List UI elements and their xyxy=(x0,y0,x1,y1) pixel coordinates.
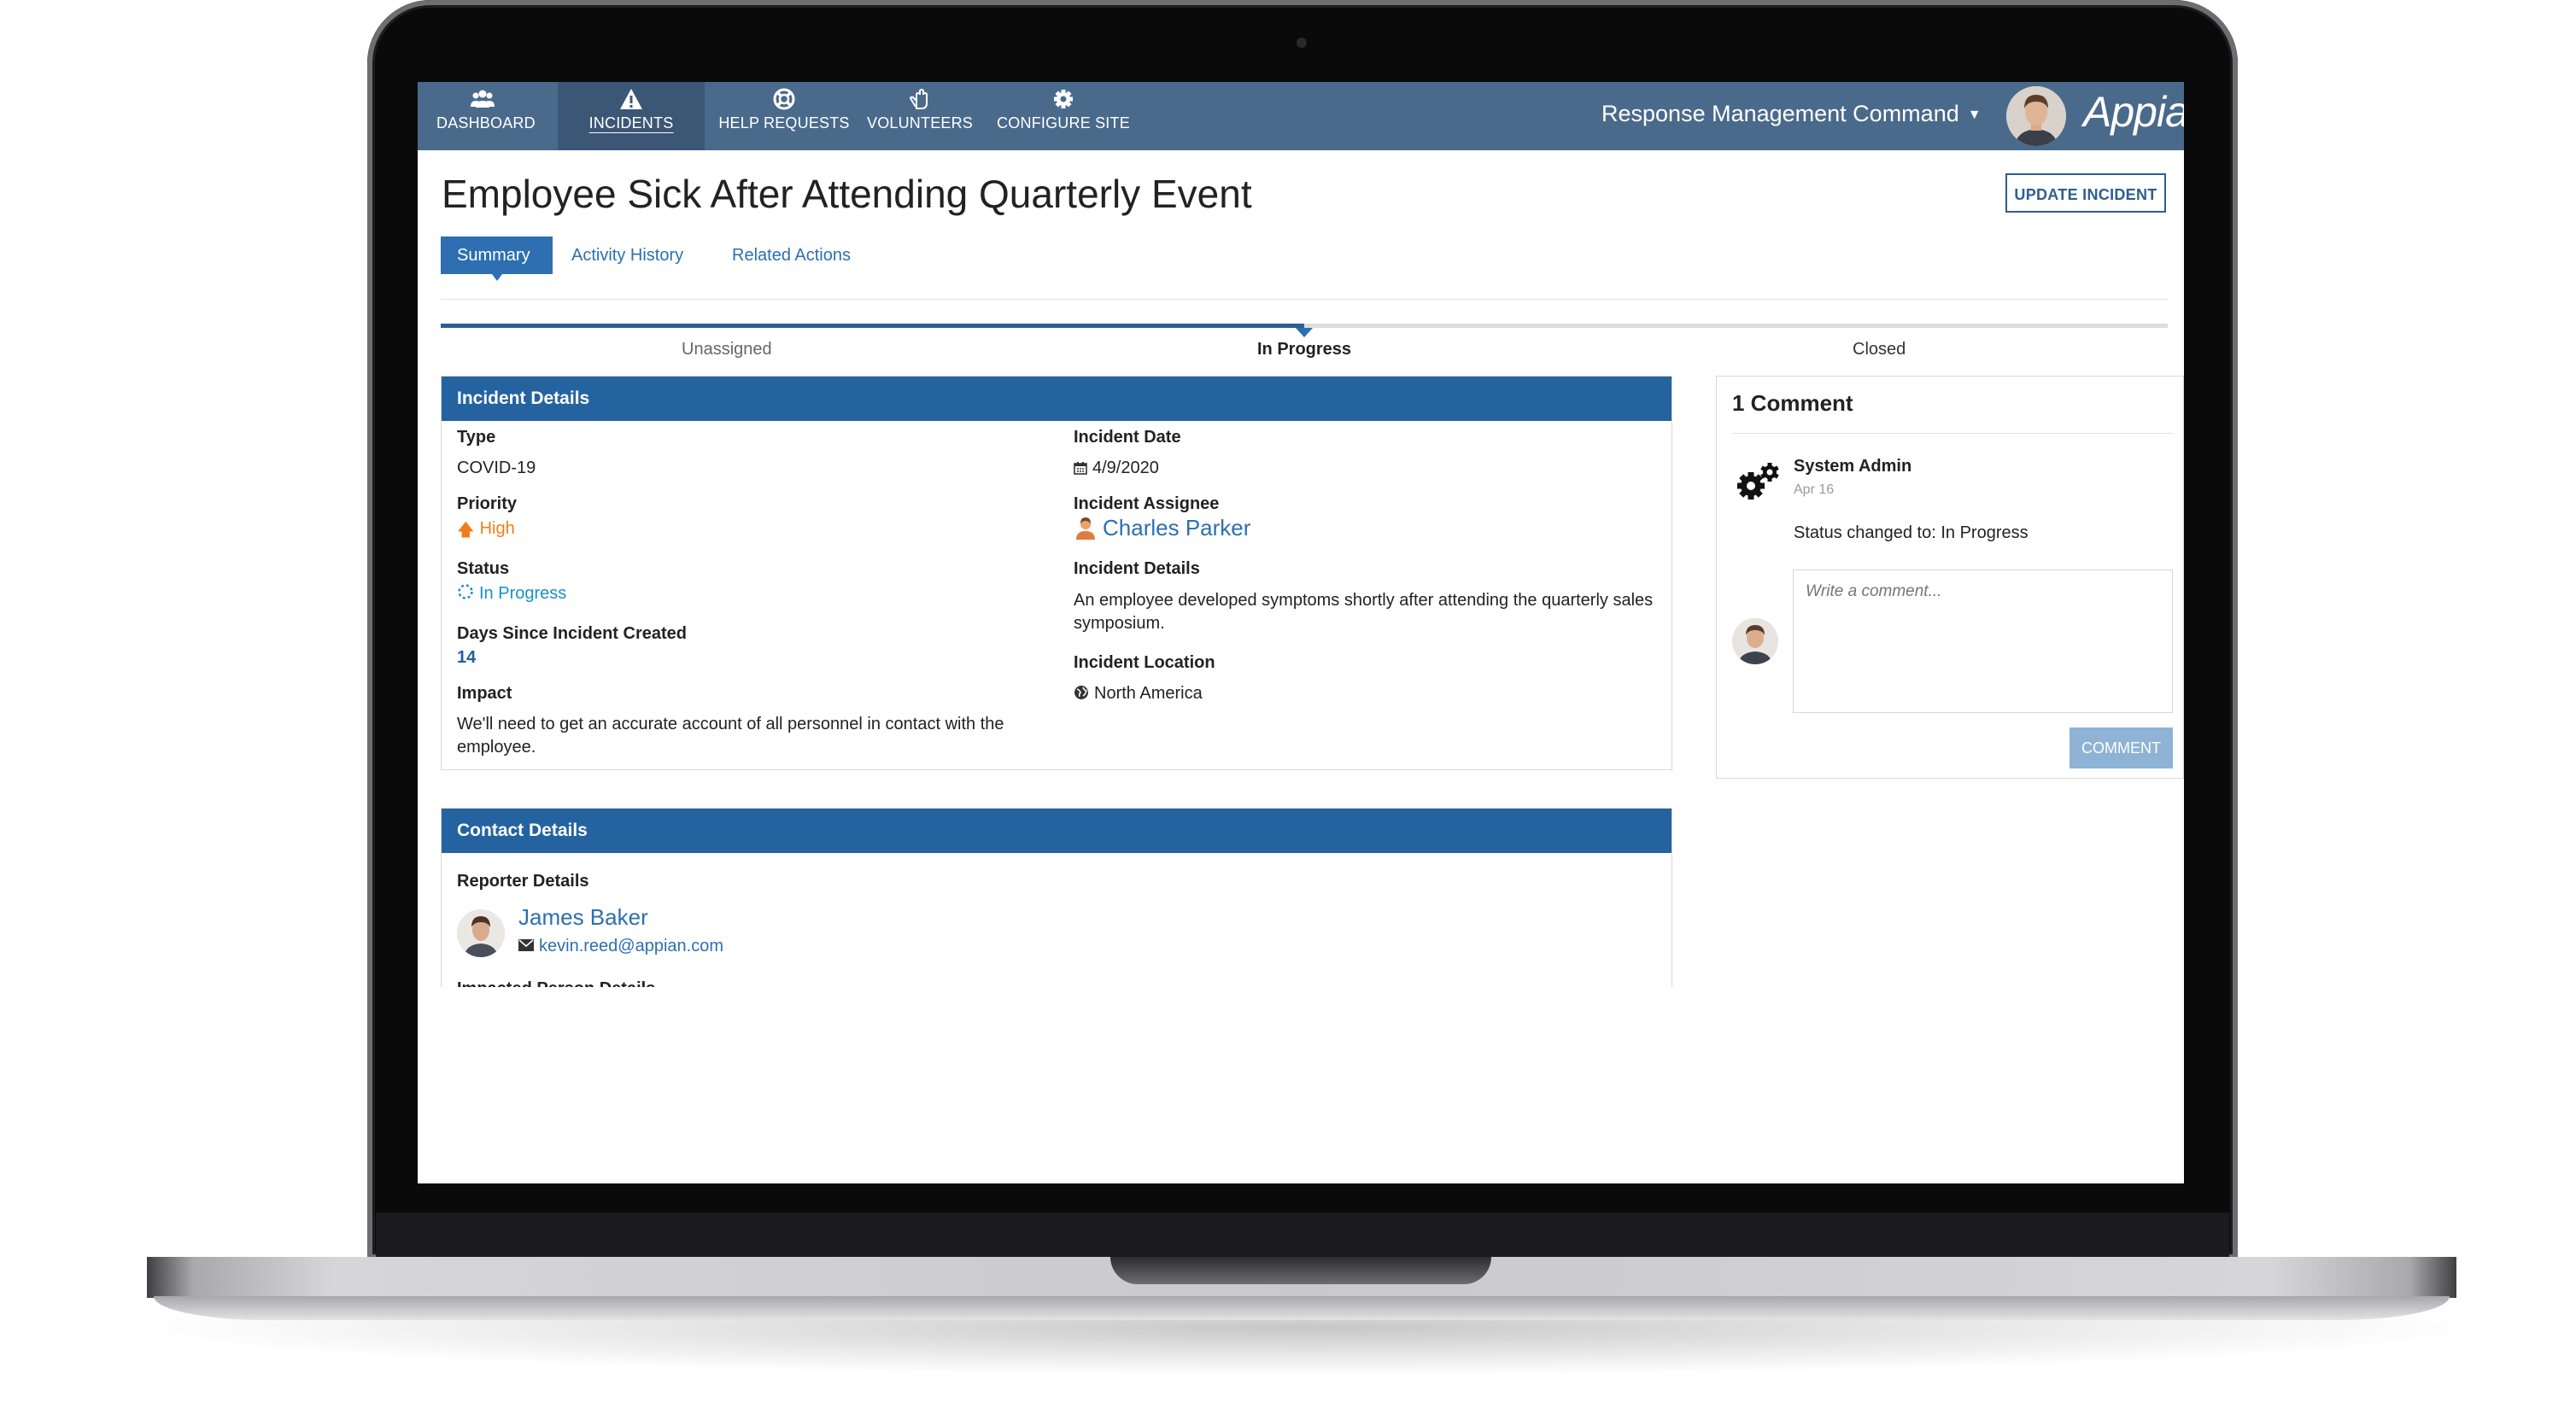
location-value: North America xyxy=(1074,684,1203,704)
nav-configure-site-label: CONFIGURE SITE xyxy=(997,114,1130,131)
incident-details-card: Incident Details Type COVID-19 Priority … xyxy=(441,376,1672,770)
tabs-divider xyxy=(441,299,2168,300)
status-text: In Progress xyxy=(479,584,567,603)
type-value: COVID-19 xyxy=(457,459,536,477)
nav-volunteers[interactable]: VOLUNTEERS xyxy=(862,82,978,150)
person-portrait-icon xyxy=(2006,86,2066,146)
person-portrait-icon xyxy=(1732,618,1778,664)
user-icon xyxy=(1076,517,1095,540)
reporter-avatar xyxy=(457,909,505,957)
comment-button[interactable]: COMMENT xyxy=(2070,727,2173,768)
priority-text: High xyxy=(479,519,515,538)
arrow-up-icon: 🡅 xyxy=(457,521,475,540)
contact-details-header: Contact Details xyxy=(442,809,1671,853)
incident-date-text: 4/9/2020 xyxy=(1092,459,1159,477)
system-gears-icon xyxy=(1737,463,1779,500)
status-label: Status xyxy=(457,559,510,578)
nav-dashboard[interactable]: DASHBOARD xyxy=(436,82,536,150)
nav-volunteers-label: VOLUNTEERS xyxy=(866,114,974,131)
comment-text: Status changed to: In Progress xyxy=(1794,523,2029,542)
nav-configure-site[interactable]: CONFIGURE SITE xyxy=(985,82,1142,150)
status-value: In Progress xyxy=(457,583,566,604)
camera-icon xyxy=(1297,38,1307,48)
progress-fill xyxy=(441,324,1304,328)
reporter-label: Reporter Details xyxy=(457,872,589,891)
comments-title: 1 Comment xyxy=(1732,390,1853,416)
nav-help-requests-label: HELP REQUESTS xyxy=(718,114,850,131)
warning-icon xyxy=(620,89,642,109)
org-switcher-label: Response Management Command xyxy=(1601,101,1959,126)
laptop-notch xyxy=(1110,1257,1491,1284)
assignee-link[interactable]: Charles Parker xyxy=(1103,515,1250,540)
calendar-icon xyxy=(1074,462,1087,475)
impact-label: Impact xyxy=(457,684,512,703)
update-incident-button[interactable]: UPDATE INCIDENT xyxy=(2005,173,2166,213)
screen-lower-area xyxy=(418,987,2184,1183)
user-avatar[interactable] xyxy=(2006,86,2066,146)
location-label: Incident Location xyxy=(1074,653,1215,672)
comment-input[interactable] xyxy=(1793,570,2173,713)
details-value: An employee developed symptoms shortly a… xyxy=(1074,591,1654,633)
caret-down-icon: ▼ xyxy=(1967,108,1982,122)
days-label: Days Since Incident Created xyxy=(457,624,687,643)
page-title: Employee Sick After Attending Quarterly … xyxy=(442,172,1252,216)
priority-label: Priority xyxy=(457,494,518,513)
location-text: North America xyxy=(1094,684,1203,703)
comment-date: Apr 16 xyxy=(1794,482,1835,497)
step-unassigned: Unassigned xyxy=(682,340,772,359)
incident-date-label: Incident Date xyxy=(1074,428,1181,447)
current-user-avatar xyxy=(1732,618,1778,664)
nav-incidents[interactable]: INCIDENTS xyxy=(558,82,705,150)
type-label: Type xyxy=(457,428,496,447)
priority-value: 🡅 High xyxy=(457,517,515,546)
details-label: Incident Details xyxy=(1074,559,1200,578)
envelope-icon xyxy=(518,939,534,951)
app-screen: DASHBOARD INCIDENTS HELP REQUESTS VOLUNT… xyxy=(418,82,2184,1183)
incident-details-header: Incident Details xyxy=(442,377,1671,421)
assignee-value: Charles Parker xyxy=(1074,515,1250,541)
days-value: 14 xyxy=(457,648,477,667)
tab-related-actions[interactable]: Related Actions xyxy=(716,237,867,274)
tab-activity-history[interactable]: Activity History xyxy=(555,237,700,274)
spinner-icon xyxy=(458,584,473,599)
nav-help-requests[interactable]: HELP REQUESTS xyxy=(713,82,855,150)
incident-date-value: 4/9/2020 xyxy=(1074,459,1159,478)
top-navigation: DASHBOARD INCIDENTS HELP REQUESTS VOLUNT… xyxy=(418,82,2184,150)
comments-divider xyxy=(1732,433,2173,434)
life-ring-icon xyxy=(773,88,795,110)
comment-author: System Admin xyxy=(1794,457,1912,476)
step-in-progress: In Progress xyxy=(1257,340,1352,359)
appian-logo: Appian xyxy=(2083,88,2184,136)
gear-icon xyxy=(1054,90,1073,108)
org-switcher[interactable]: Response Management Command ▼ xyxy=(1601,101,1982,127)
hand-icon xyxy=(909,88,928,109)
tab-summary[interactable]: Summary xyxy=(441,237,553,281)
impact-value: We'll need to get an accurate account of… xyxy=(457,715,1004,757)
laptop-base-lip xyxy=(154,1296,2450,1320)
globe-icon xyxy=(1074,686,1088,699)
nav-incidents-label: INCIDENTS xyxy=(588,114,674,131)
assignee-label: Incident Assignee xyxy=(1074,494,1220,513)
reporter-name-link[interactable]: James Baker xyxy=(518,904,648,931)
comments-card: 1 Comment System Admin Apr 16 Status cha… xyxy=(1716,376,2184,779)
users-icon xyxy=(471,90,495,108)
nav-dashboard-label: DASHBOARD xyxy=(436,114,536,131)
step-closed: Closed xyxy=(1853,340,1906,359)
reporter-email-link[interactable]: kevin.reed@appian.com xyxy=(539,937,723,955)
person-portrait-icon xyxy=(457,909,505,957)
progress-marker-icon xyxy=(1296,328,1313,337)
reporter-email: kevin.reed@appian.com xyxy=(518,937,723,956)
laptop-bezel-bottom xyxy=(376,1212,2229,1259)
progress-track xyxy=(441,324,2168,337)
